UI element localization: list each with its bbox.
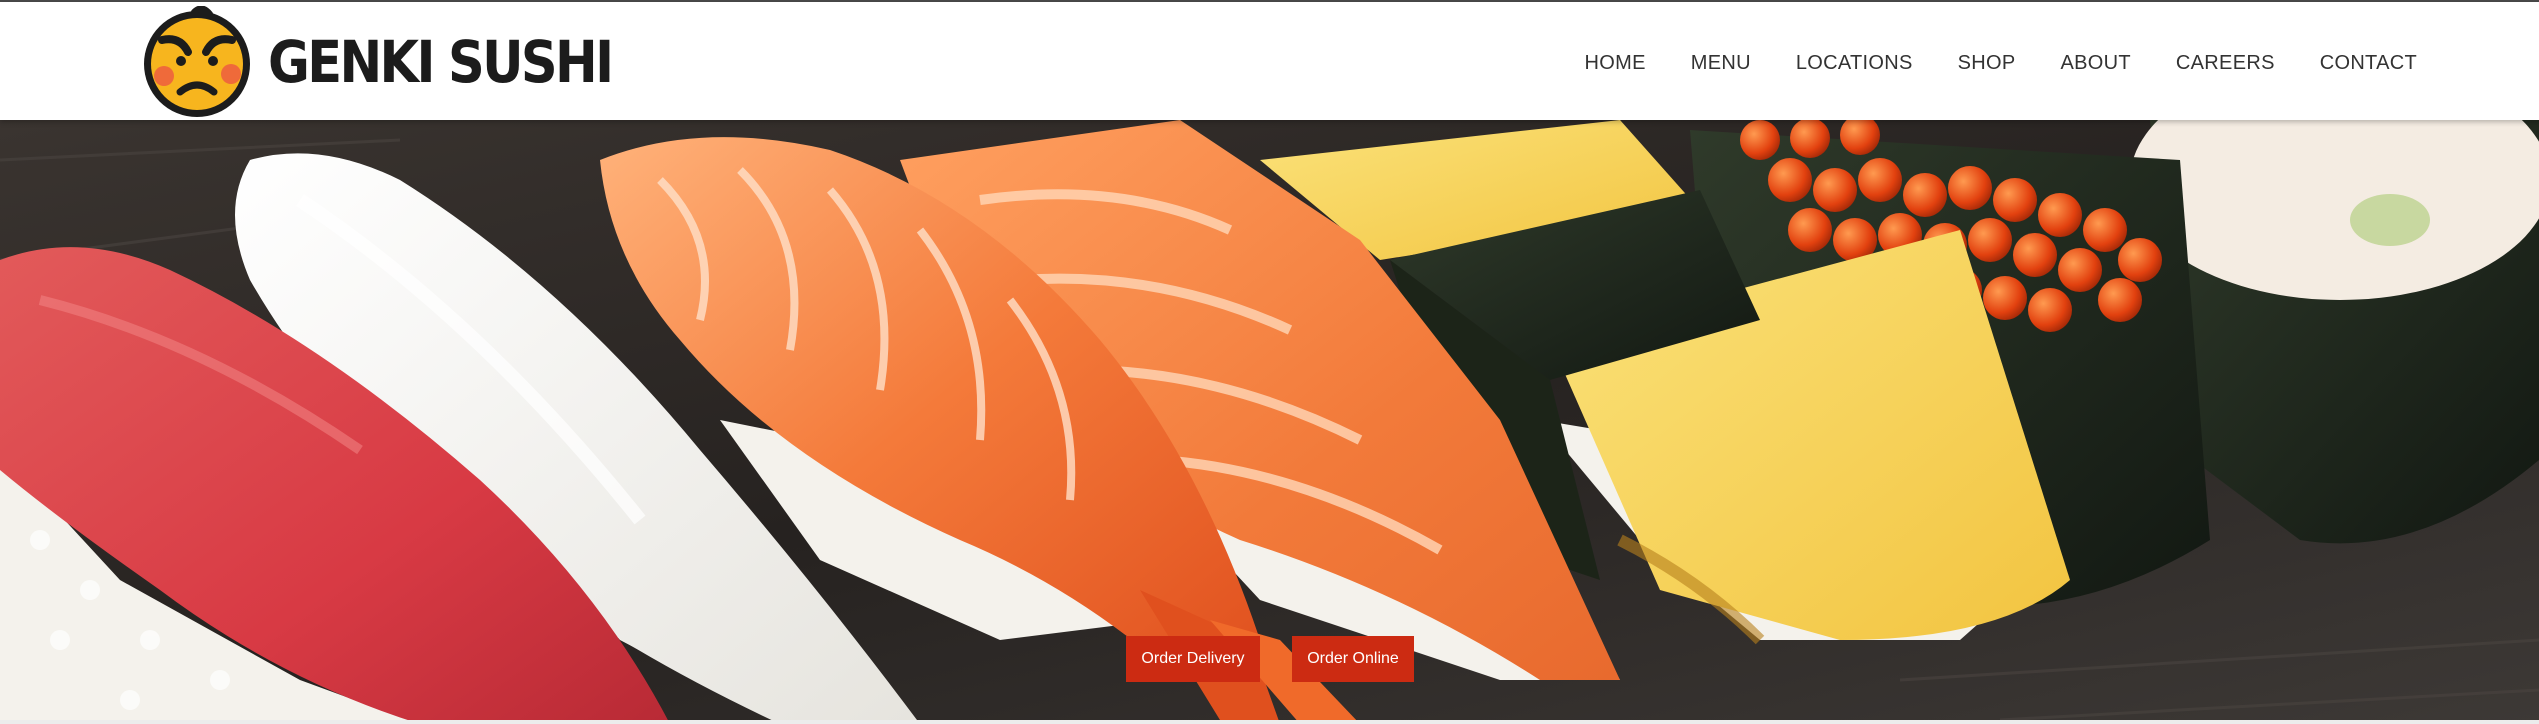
nav-item-shop[interactable]: SHOP [1958,52,2016,75]
nav-item-careers[interactable]: CAREERS [2176,52,2275,75]
nav-item-menu[interactable]: MENU [1691,52,1751,75]
hero-sushi-image [0,120,2539,724]
brand-logo[interactable]: GENKI SUSHI [136,6,658,118]
bottom-strip [0,720,2539,724]
site-header: GENKI SUSHI HOME MENU LOCATIONS SHOP ABO… [0,2,2539,120]
nav-item-about[interactable]: ABOUT [2061,52,2131,75]
nav-item-contact[interactable]: CONTACT [2320,52,2417,75]
nav-item-locations[interactable]: LOCATIONS [1796,52,1913,75]
hero-banner [0,120,2539,724]
main-nav: HOME MENU LOCATIONS SHOP ABOUT CAREERS C… [1540,4,2417,122]
nav-item-home[interactable]: HOME [1585,52,1646,75]
order-online-button[interactable]: Order Online [1292,636,1414,682]
brand-name: GENKI SUSHI [268,28,614,96]
order-delivery-button[interactable]: Order Delivery [1126,636,1260,682]
angry-face-icon [144,6,250,117]
